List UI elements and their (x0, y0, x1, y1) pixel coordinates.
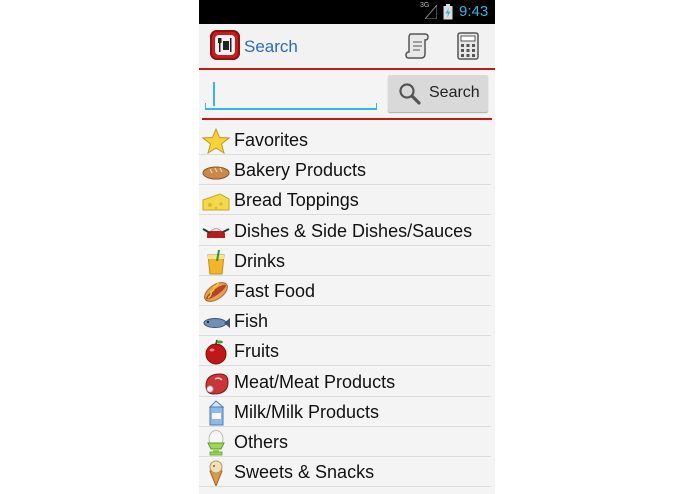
search-button-label: Search (429, 84, 480, 101)
search-button[interactable]: Search (388, 75, 488, 112)
egg-icon (202, 430, 230, 456)
meat-icon (202, 370, 230, 396)
list-divider (199, 214, 491, 215)
clock: 9:43 (459, 3, 489, 20)
category-item-3[interactable]: Dishes & Side Dishes/Sauces (199, 216, 495, 246)
page-title: Search (244, 37, 298, 56)
category-label: Dishes & Side Dishes/Sauces (234, 221, 473, 241)
milk-icon (202, 400, 230, 426)
phone-screen: 3G 9:43 Search Search Favorites Bakery P… (199, 0, 495, 494)
category-label: Others (234, 432, 289, 452)
search-icon (399, 83, 421, 105)
category-label: Bakery Products (234, 160, 367, 180)
category-item-2[interactable]: Bread Toppings (199, 185, 495, 215)
category-item-5[interactable]: Fast Food (199, 276, 495, 306)
list-divider (199, 486, 491, 487)
bread-icon (202, 158, 230, 184)
cheese-icon (202, 188, 230, 214)
category-item-11[interactable]: Sweets & Snacks (199, 457, 495, 488)
scroll-icon[interactable] (405, 32, 429, 60)
category-label: Bread Toppings (234, 190, 359, 210)
calculator-icon[interactable] (457, 32, 479, 60)
ice-cream-icon (202, 460, 230, 488)
category-label: Sweets & Snacks (234, 462, 375, 482)
header-divider (199, 68, 495, 70)
hotdog-icon (202, 279, 230, 305)
text-cursor (213, 82, 215, 106)
category-item-8[interactable]: Meat/Meat Products (199, 367, 495, 397)
category-item-0[interactable]: Favorites (199, 125, 495, 155)
list-divider (199, 365, 491, 366)
action-bar: Search (199, 24, 495, 68)
apple-icon (202, 339, 230, 365)
category-label: Fish (234, 311, 269, 331)
category-label: Meat/Meat Products (234, 372, 396, 392)
fish-icon (202, 309, 230, 335)
category-label: Fruits (234, 341, 279, 361)
signal-icon (425, 5, 437, 19)
category-item-10[interactable]: Others (199, 427, 495, 457)
category-item-6[interactable]: Fish (199, 306, 495, 336)
category-label: Favorites (234, 130, 309, 150)
search-input[interactable] (205, 78, 377, 110)
category-label: Fast Food (234, 281, 316, 301)
search-divider (202, 118, 492, 120)
category-label: Drinks (234, 251, 286, 271)
status-bar: 3G 9:43 (199, 0, 495, 24)
drink-icon (202, 249, 230, 275)
category-item-9[interactable]: Milk/Milk Products (199, 397, 495, 427)
battery-icon (443, 4, 453, 20)
star-icon (201, 127, 231, 155)
category-item-1[interactable]: Bakery Products (199, 155, 495, 185)
app-plate-icon[interactable] (210, 30, 240, 60)
category-item-4[interactable]: Drinks (199, 246, 495, 276)
category-label: Milk/Milk Products (234, 402, 380, 422)
pan-icon (202, 219, 230, 245)
category-item-7[interactable]: Fruits (199, 336, 495, 366)
